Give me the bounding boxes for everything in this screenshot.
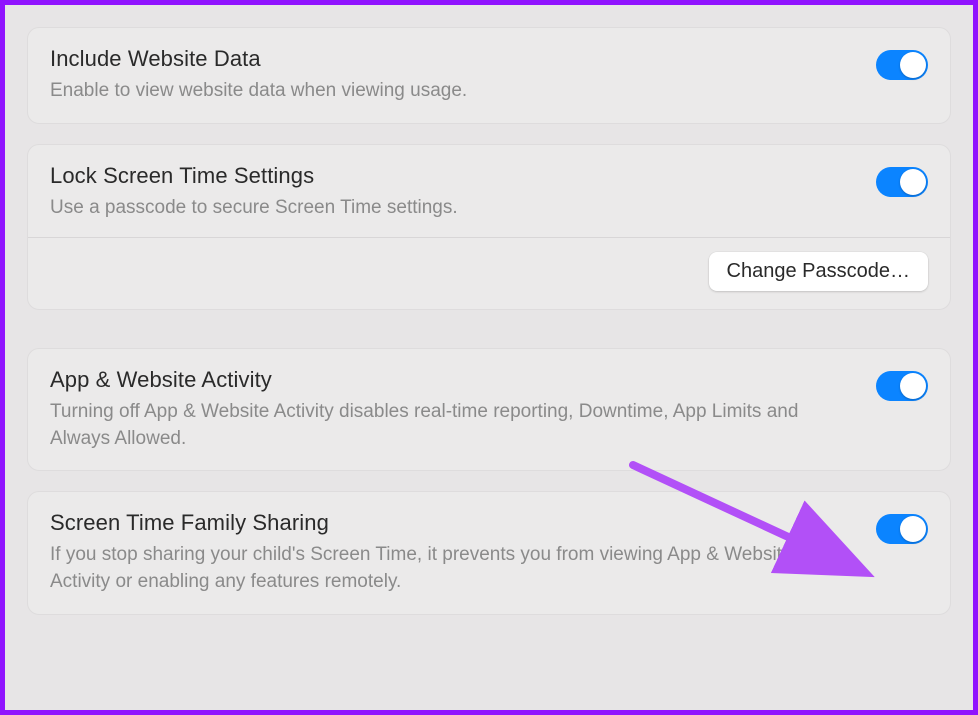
app-website-activity-subtitle: Turning off App & Website Activity disab…	[50, 399, 856, 452]
app-website-activity-title: App & Website Activity	[50, 367, 856, 393]
app-website-activity-toggle[interactable]	[876, 371, 928, 401]
change-passcode-row: Change Passcode…	[50, 252, 928, 291]
lock-screen-time-subtitle: Use a passcode to secure Screen Time set…	[50, 195, 856, 222]
include-website-data-card: Include Website Data Enable to view webs…	[27, 27, 951, 124]
app-website-activity-card: App & Website Activity Turning off App &…	[27, 348, 951, 471]
lock-screen-time-card: Lock Screen Time Settings Use a passcode…	[27, 144, 951, 311]
lock-screen-time-toggle[interactable]	[876, 167, 928, 197]
include-website-data-text: Include Website Data Enable to view webs…	[50, 46, 876, 105]
include-website-data-toggle[interactable]	[876, 50, 928, 80]
family-sharing-subtitle: If you stop sharing your child's Screen …	[50, 542, 856, 595]
include-website-data-row: Include Website Data Enable to view webs…	[50, 46, 928, 105]
family-sharing-title: Screen Time Family Sharing	[50, 510, 856, 536]
family-sharing-card: Screen Time Family Sharing If you stop s…	[27, 491, 951, 614]
include-website-data-subtitle: Enable to view website data when viewing…	[50, 78, 856, 105]
lock-screen-time-text: Lock Screen Time Settings Use a passcode…	[50, 163, 876, 222]
change-passcode-button[interactable]: Change Passcode…	[709, 252, 928, 291]
family-sharing-row: Screen Time Family Sharing If you stop s…	[50, 510, 928, 595]
lock-screen-time-row: Lock Screen Time Settings Use a passcode…	[50, 163, 928, 222]
family-sharing-text: Screen Time Family Sharing If you stop s…	[50, 510, 876, 595]
include-website-data-title: Include Website Data	[50, 46, 856, 72]
app-website-activity-row: App & Website Activity Turning off App &…	[50, 367, 928, 452]
app-website-activity-text: App & Website Activity Turning off App &…	[50, 367, 876, 452]
lock-screen-time-title: Lock Screen Time Settings	[50, 163, 856, 189]
family-sharing-toggle[interactable]	[876, 514, 928, 544]
divider	[28, 237, 950, 238]
